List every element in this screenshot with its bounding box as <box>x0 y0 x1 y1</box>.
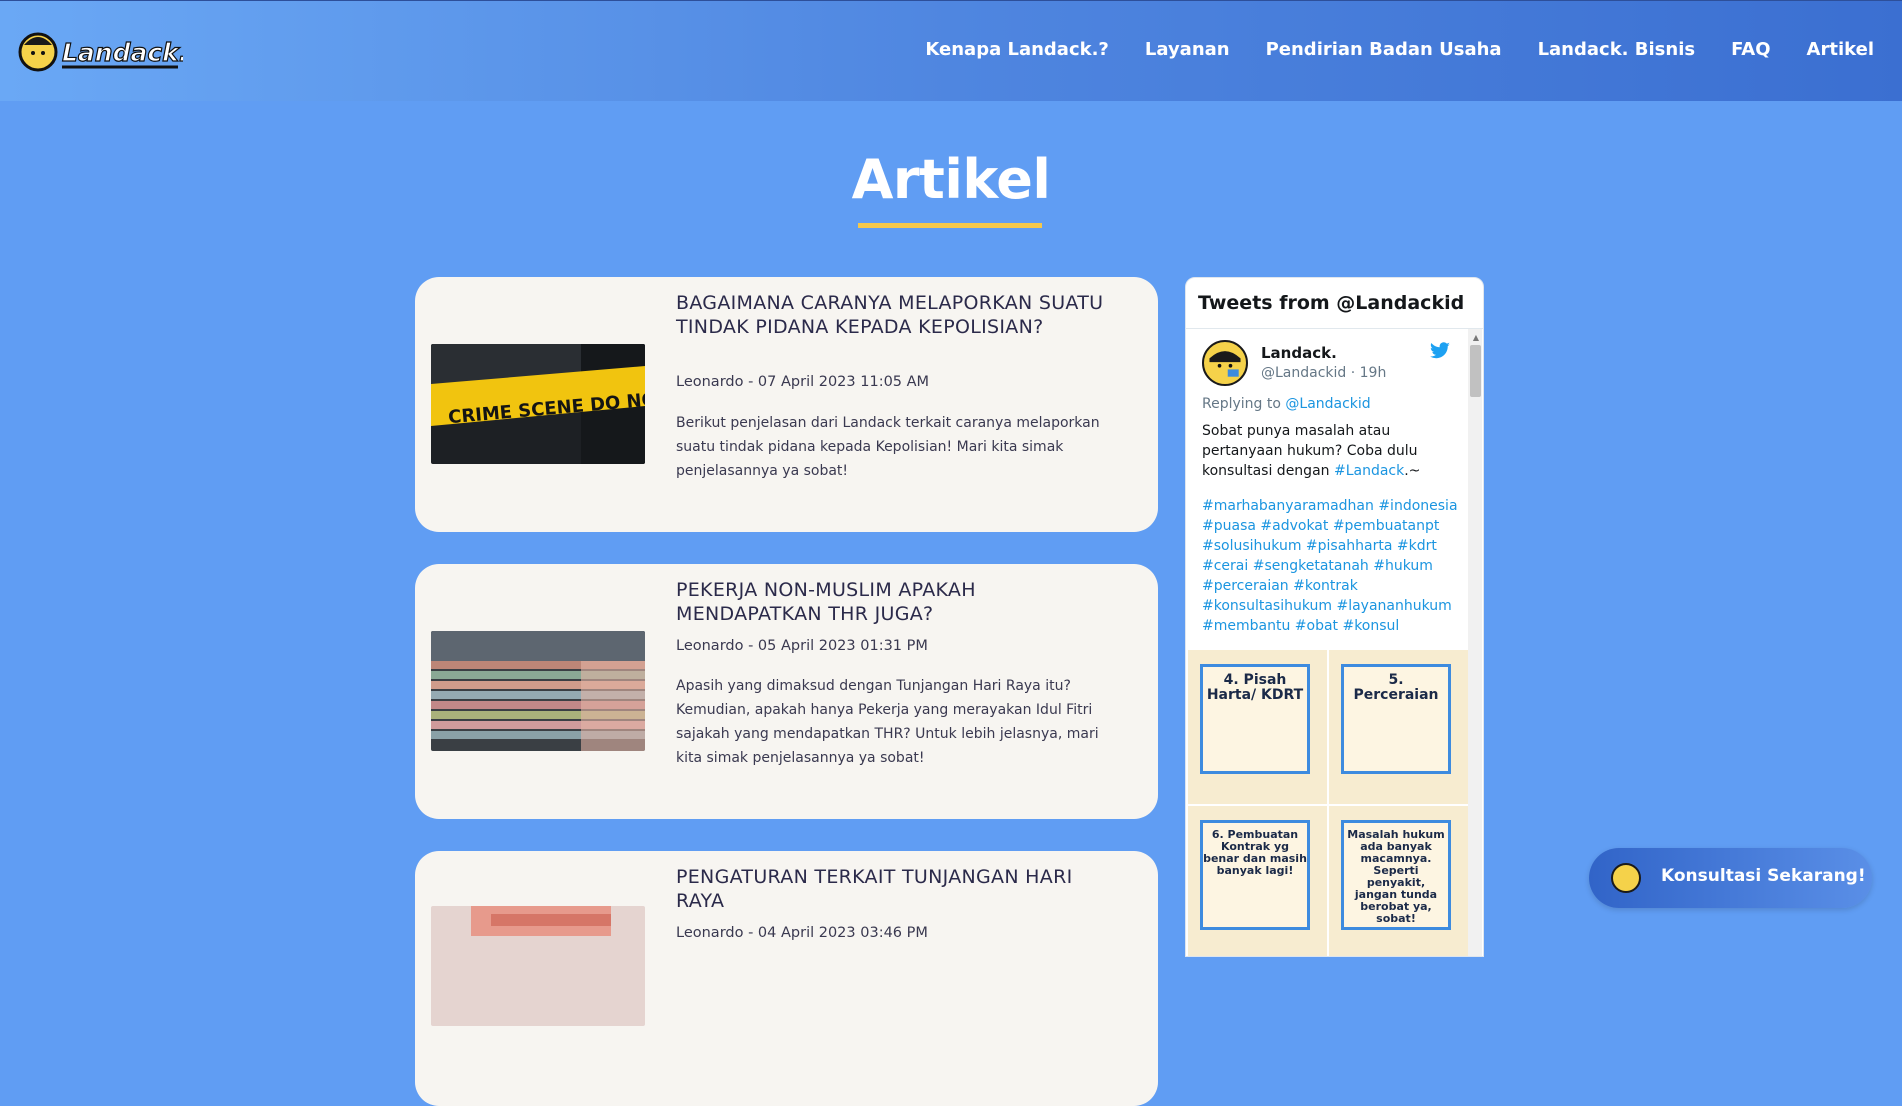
konsultasi-sekarang-button[interactable]: Konsultasi Sekarang! <box>1589 848 1872 908</box>
nav-artikel[interactable]: Artikel <box>1807 39 1874 60</box>
twitter-scrollbar[interactable] <box>1468 329 1482 956</box>
article-title[interactable]: BAGAIMANA CARANYA MELAPORKAN SUATU TINDA… <box>676 291 1116 339</box>
article-excerpt: Berikut penjelasan dari Landack terkait … <box>676 415 1100 479</box>
tweet-author-handle[interactable]: @Landackid · 19h <box>1261 365 1386 381</box>
tweet-media-grid[interactable]: 4. Pisah Harta/ KDRT 5. Perceraian 6. Pe… <box>1188 650 1468 956</box>
main-nav: Kenapa Landack.? Layanan Pendirian Badan… <box>925 39 1874 60</box>
twitter-scrollbar-thumb[interactable] <box>1470 345 1481 397</box>
article-card[interactable]: CRIME SCENE DO NOT BAGAIMANA CARANYA MEL… <box>415 277 1158 532</box>
article-title[interactable]: PENGATURAN TERKAIT TUNJANGAN HARI RAYA <box>676 865 1116 913</box>
tweet-text-end: .~ <box>1404 463 1421 479</box>
tweet-hashtag-landack[interactable]: #Landack <box>1334 463 1404 479</box>
article-card[interactable]: PEKERJA NON-MUSLIM APAKAH MENDAPATKAN TH… <box>415 564 1158 819</box>
tweet-text: Sobat punya masalah atau pertanyaan huku… <box>1202 421 1462 481</box>
twitter-header-divider <box>1186 328 1483 329</box>
article-meta: Leonardo - 04 April 2023 03:46 PM <box>676 925 928 941</box>
article-thumbnail-crime-scene[interactable]: CRIME SCENE DO NOT <box>431 344 645 464</box>
reply-to-link[interactable]: @Landackid <box>1285 396 1370 412</box>
twitter-bird-icon[interactable] <box>1429 342 1451 364</box>
tweet-reply-context: Replying to @Landackid <box>1202 394 1462 414</box>
title-underline <box>858 223 1042 228</box>
svg-text:Landack.: Landack. <box>62 38 183 67</box>
nav-faq[interactable]: FAQ <box>1731 39 1770 60</box>
media-card-caption: 4. Pisah Harta/ KDRT <box>1206 672 1304 703</box>
nav-pendirian-badan-usaha[interactable]: Pendirian Badan Usaha <box>1266 39 1502 60</box>
tweet-author-avatar[interactable] <box>1202 340 1248 386</box>
nav-kenapa-landack[interactable]: Kenapa Landack.? <box>925 39 1108 60</box>
konsultasi-button-label: Konsultasi Sekarang! <box>1661 866 1866 886</box>
landack-logo[interactable]: Landack. <box>18 29 189 75</box>
scroll-up-arrow-icon[interactable]: ▲ <box>1473 333 1479 342</box>
tweet-media-tile[interactable]: 4. Pisah Harta/ KDRT <box>1188 650 1327 804</box>
navbar: Landack. Kenapa Landack.? Layanan Pendir… <box>0 0 1902 101</box>
media-card: 5. Perceraian <box>1341 664 1451 774</box>
media-card-caption: Masalah hukum ada banyak macamnya. Seper… <box>1347 828 1445 925</box>
article-meta: Leonardo - 05 April 2023 01:31 PM <box>676 638 928 654</box>
nav-landack-bisnis[interactable]: Landack. Bisnis <box>1538 39 1696 60</box>
media-card: Masalah hukum ada banyak macamnya. Seper… <box>1341 820 1451 930</box>
media-card: 4. Pisah Harta/ KDRT <box>1200 664 1310 774</box>
article-thumbnail-money[interactable] <box>431 631 645 751</box>
tweet-media-tile[interactable]: 6. Pembuatan Kontrak yg benar dan masih … <box>1188 806 1327 956</box>
media-card-caption: 5. Perceraian <box>1353 672 1439 703</box>
article-excerpt: Apasih yang dimaksud dengan Tunjangan Ha… <box>676 678 1099 766</box>
tweet-hashtags[interactable]: #marhabanyaramadhan #indonesia #puasa #a… <box>1202 496 1462 636</box>
twitter-widget-header[interactable]: Tweets from @Landackid <box>1198 292 1464 314</box>
article-title[interactable]: PEKERJA NON-MUSLIM APAKAH MENDAPATKAN TH… <box>676 578 1116 626</box>
media-card: 6. Pembuatan Kontrak yg benar dan masih … <box>1200 820 1310 930</box>
tweet-media-tile[interactable]: Masalah hukum ada banyak macamnya. Seper… <box>1329 806 1468 956</box>
article-thumbnail-thr[interactable] <box>431 906 645 1026</box>
twitter-timeline-widget[interactable]: Tweets from @Landackid ▲ Landack. @Landa… <box>1185 277 1484 957</box>
article-meta: Leonardo - 07 April 2023 11:05 AM <box>676 374 930 390</box>
tweet-author-name[interactable]: Landack. <box>1261 344 1337 362</box>
tweet-media-tile[interactable]: 5. Perceraian <box>1329 650 1468 804</box>
article-card[interactable]: PENGATURAN TERKAIT TUNJANGAN HARI RAYA L… <box>415 851 1158 1106</box>
reply-prefix: Replying to <box>1202 396 1286 412</box>
page-title: Artikel <box>851 148 1051 211</box>
landack-mascot-icon <box>1611 863 1641 893</box>
nav-layanan[interactable]: Layanan <box>1145 39 1230 60</box>
media-card-caption: 6. Pembuatan Kontrak yg benar dan masih … <box>1203 828 1307 877</box>
